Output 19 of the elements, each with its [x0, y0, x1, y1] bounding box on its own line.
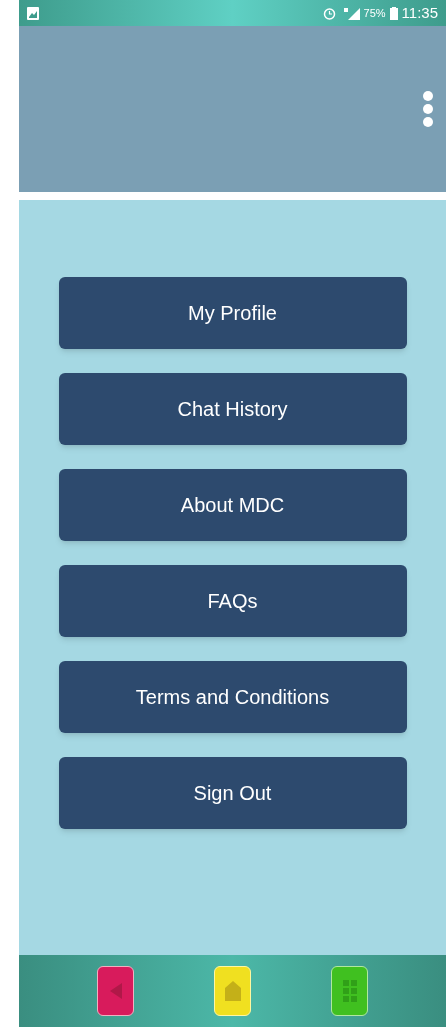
signal-icon	[343, 6, 360, 20]
menu-button[interactable]: My Profile	[58, 277, 407, 349]
back-icon	[109, 983, 122, 999]
home-icon	[224, 981, 241, 1001]
home-button[interactable]	[214, 966, 251, 1016]
menu-button[interactable]: Chat History	[58, 373, 407, 445]
menu-button[interactable]: Terms and Conditions	[58, 661, 407, 733]
alarm-icon	[322, 6, 336, 20]
more-options-icon[interactable]	[422, 90, 434, 128]
battery-icon	[389, 6, 398, 20]
clock-time: 11:35	[401, 2, 438, 23]
menu-button[interactable]: Sign Out	[58, 757, 407, 829]
menu-button[interactable]: About MDC	[58, 469, 407, 541]
back-button[interactable]	[97, 966, 134, 1016]
battery-percent: 75%	[363, 5, 386, 21]
grid-icon	[342, 980, 357, 1002]
recent-apps-button[interactable]	[331, 966, 368, 1016]
menu-button[interactable]: FAQs	[58, 565, 407, 637]
image-icon	[27, 6, 39, 20]
